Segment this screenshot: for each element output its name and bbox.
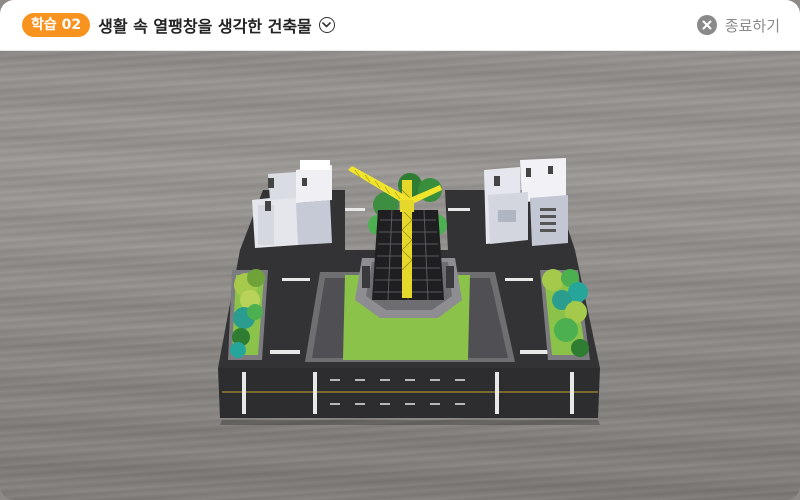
close-icon	[696, 15, 717, 35]
chevron-down-icon[interactable]	[318, 17, 335, 33]
exit-label: 종료하기	[724, 16, 780, 35]
lesson-title: 생활 속 열팽창을 생각한 건축물	[98, 17, 312, 36]
exit-button[interactable]: 종료하기	[696, 13, 780, 37]
ar-camera-view: 학습 02 생활 속 열팽창을 생각한 건축물 종료하기	[0, 0, 800, 500]
lesson-badge: 학습 02	[22, 13, 91, 37]
top-bar: 학습 02 생활 속 열팽창을 생각한 건축물 종료하기	[0, 0, 800, 51]
road-base	[218, 368, 600, 418]
buildings-left	[252, 160, 332, 248]
buildings-right	[484, 158, 568, 246]
ar-model-scene	[218, 158, 600, 425]
